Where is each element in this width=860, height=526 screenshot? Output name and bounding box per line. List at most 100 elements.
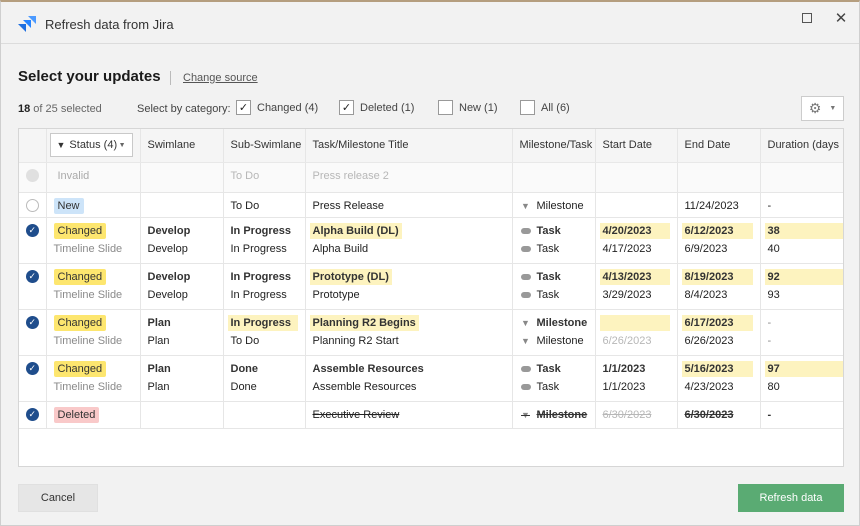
- change-source-link[interactable]: Change source: [183, 72, 258, 84]
- status-filter-dropdown[interactable]: ▼ Status (4) ▼: [49, 133, 133, 158]
- title-old: Prototype: [312, 288, 360, 301]
- filter-icon: ▼: [56, 140, 66, 151]
- swimlane-new: Develop: [147, 224, 191, 237]
- row-select-radio[interactable]: ✓: [25, 407, 39, 421]
- maximize-button[interactable]: [795, 8, 819, 28]
- swimlane-new: Plan: [147, 316, 171, 329]
- header-start-date[interactable]: Start Date: [595, 129, 678, 163]
- category-all-checkbox[interactable]: All (6): [520, 100, 570, 115]
- type-cell: Milestone: [536, 199, 584, 212]
- category-changed-checkbox[interactable]: ✓ Changed (4): [236, 100, 318, 115]
- duration-old: 80: [767, 380, 780, 393]
- swimlane-old: Plan: [147, 334, 170, 347]
- duration-old: 40: [767, 242, 780, 255]
- swimlane-cell: [148, 167, 216, 185]
- checkbox[interactable]: [438, 100, 453, 115]
- title-new: Prototype (DL): [309, 268, 392, 285]
- start-date-cell: 6/30/2023: [602, 408, 652, 421]
- source-label: Timeline Slide: [53, 380, 123, 393]
- header-sub-swimlane[interactable]: Sub-Swimlane: [223, 129, 306, 163]
- start-date-new: 4/13/2023: [599, 268, 670, 285]
- close-button[interactable]: ✕: [829, 8, 853, 28]
- updates-table: ▼ Status (4) ▼ Swimlane Sub-Swimlane Task…: [18, 128, 844, 467]
- status-badge: Changed: [53, 360, 107, 377]
- table-row[interactable]: ✓ Changed Timeline Slide Develop Develop I…: [19, 217, 843, 264]
- table-header-row: ▼ Status (4) ▼ Swimlane Sub-Swimlane Task…: [19, 129, 843, 163]
- checkbox[interactable]: ✓: [339, 100, 354, 115]
- status-filter-label: Status (4): [69, 139, 118, 152]
- row-select-radio[interactable]: ✓: [25, 315, 39, 329]
- table-row[interactable]: ✓ Changed Timeline Slide Plan Plan Done Don…: [19, 355, 843, 402]
- refresh-data-button[interactable]: Refresh data: [738, 484, 844, 512]
- cancel-button[interactable]: Cancel: [18, 484, 98, 512]
- dialog-window: Refresh data from Jira ✕ Select your upd…: [0, 0, 860, 526]
- category-new-checkbox[interactable]: New (1): [438, 100, 498, 115]
- row-select-radio: [25, 168, 39, 182]
- sub-swimlane-new: In Progress: [227, 314, 298, 331]
- gear-icon: ⚙: [808, 100, 822, 116]
- title-cell: Press Release: [312, 199, 385, 212]
- header-status: ▼ Status (4) ▼: [46, 129, 141, 163]
- start-date-new: 1/1/2023: [602, 362, 646, 375]
- status-badge: New: [53, 197, 84, 214]
- source-label: Timeline Slide: [53, 242, 123, 255]
- end-date-new: 6/17/2023: [681, 314, 753, 331]
- swimlane-new: Plan: [147, 362, 171, 375]
- sub-swimlane-new: In Progress: [230, 224, 292, 237]
- checkbox[interactable]: [520, 100, 535, 115]
- task-icon: [520, 273, 531, 280]
- end-date-new: 5/16/2023: [681, 360, 753, 377]
- type-old: Milestone: [536, 334, 584, 347]
- sub-swimlane-old: In Progress: [230, 242, 287, 255]
- row-select-radio[interactable]: ✓: [25, 361, 39, 375]
- title-old: Alpha Build: [312, 242, 369, 255]
- sub-swimlane-cell: To Do: [230, 199, 260, 212]
- chevron-down-icon: ▼: [118, 141, 126, 149]
- type-old: Task: [536, 380, 560, 393]
- header-title[interactable]: Task/Milestone Title: [305, 129, 513, 163]
- category-deleted-checkbox[interactable]: ✓ Deleted (1): [339, 100, 414, 115]
- table-row[interactable]: ✓ Deleted Executive Review ▼ Milestone 6/…: [19, 401, 843, 429]
- status-badge: Changed: [53, 314, 107, 331]
- sub-swimlane-new: In Progress: [230, 270, 292, 283]
- window-title: Refresh data from Jira: [45, 17, 174, 32]
- category-label: Deleted (1): [360, 101, 415, 114]
- category-label: Changed (4): [257, 101, 319, 114]
- task-icon: [520, 245, 531, 252]
- selection-count: 18 of 25 selected: [18, 103, 102, 115]
- swimlane-old: Develop: [147, 242, 188, 255]
- row-select-radio[interactable]: [25, 198, 39, 212]
- header-swimlane[interactable]: Swimlane: [140, 129, 224, 163]
- duration-new: 38: [764, 222, 843, 239]
- checkbox[interactable]: ✓: [236, 100, 251, 115]
- task-icon: [520, 291, 531, 298]
- status-badge: Deleted: [53, 406, 100, 423]
- header-end-date[interactable]: End Date: [677, 129, 761, 163]
- selected-number: 18: [18, 103, 31, 115]
- swimlane-old: Plan: [147, 380, 170, 393]
- header-duration[interactable]: Duration (days: [760, 129, 843, 163]
- start-date-old: 3/29/2023: [602, 288, 652, 301]
- table-row[interactable]: ✓ Changed Timeline Slide Develop Develop I…: [19, 263, 843, 310]
- title-cell: Press release 2: [312, 169, 389, 182]
- category-label: New (1): [459, 101, 498, 114]
- table-row[interactable]: ✓ Changed Timeline Slide Plan Plan In Prog…: [19, 309, 843, 356]
- source-label: Timeline Slide: [53, 288, 123, 301]
- duration-new: -: [767, 316, 772, 329]
- duration-old: 93: [767, 288, 780, 301]
- title-new: Planning R2 Begins: [309, 314, 419, 331]
- settings-dropdown-button[interactable]: ⚙ ▼: [801, 96, 844, 121]
- milestone-icon: ▼: [521, 317, 530, 328]
- duration-old: -: [767, 334, 772, 347]
- maximize-icon: [802, 13, 812, 23]
- end-date-cell: 11/24/2023: [684, 199, 739, 212]
- swimlane-old: Develop: [147, 288, 188, 301]
- header-type[interactable]: Milestone/Task: [512, 129, 596, 163]
- table-row[interactable]: New To Do Press Release ▼ Milestone 11/24…: [19, 192, 843, 218]
- row-select-radio[interactable]: ✓: [25, 269, 39, 283]
- sub-swimlane-old: To Do: [230, 334, 260, 347]
- row-select-radio[interactable]: ✓: [25, 223, 39, 237]
- title-old: Planning R2 Start: [312, 334, 399, 347]
- start-date-new: [599, 314, 670, 331]
- status-badge: Changed: [53, 222, 107, 239]
